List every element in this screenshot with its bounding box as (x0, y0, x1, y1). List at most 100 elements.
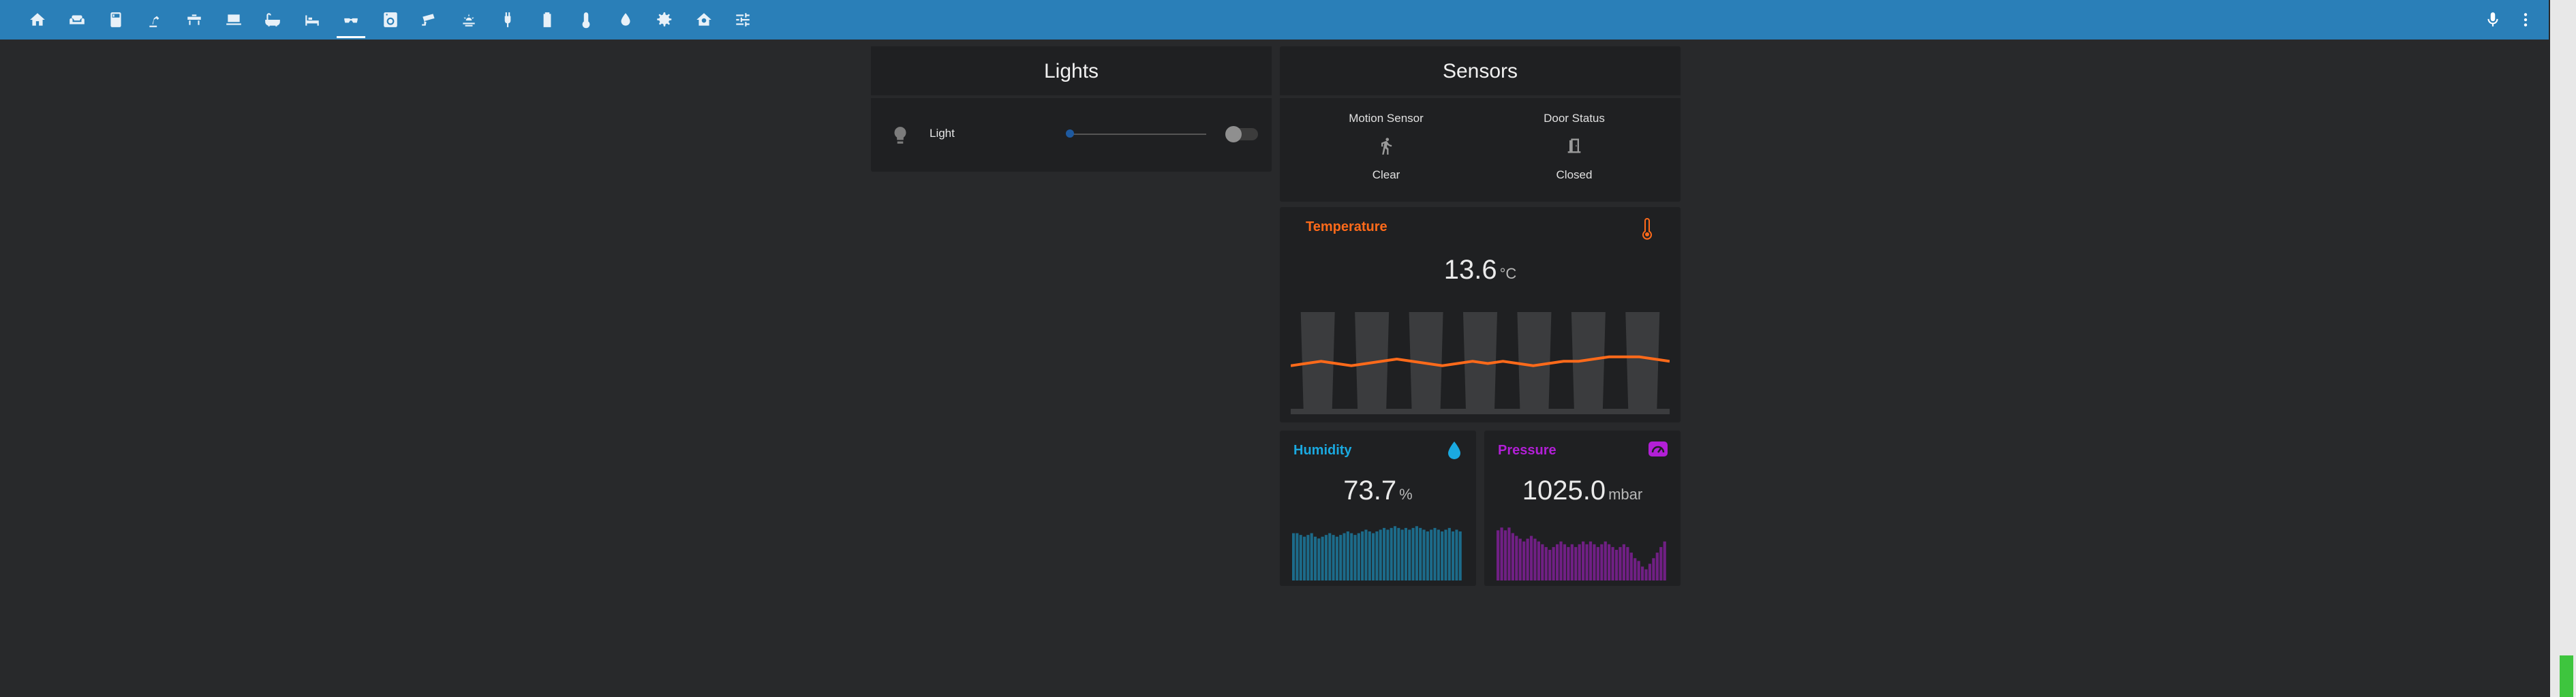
sparkline-bar (1555, 544, 1559, 580)
sparkline-bar (1368, 531, 1371, 580)
sparkline-bar (1317, 538, 1321, 580)
sparkline-bar (1522, 541, 1526, 580)
sparkline-bar (1444, 529, 1447, 580)
sparkline-bar (1582, 541, 1585, 580)
lights-card: Lights Light (871, 46, 1272, 172)
sparkline-bar (1541, 544, 1544, 580)
tab-sunglasses[interactable] (331, 0, 371, 40)
brightness-slider[interactable] (1070, 134, 1206, 135)
sparkline-bar (1552, 546, 1555, 580)
sparkline-bar (1626, 546, 1629, 580)
home-icon (30, 13, 45, 26)
more-vertical-icon[interactable] (2508, 0, 2543, 40)
bulb-icon[interactable] (891, 125, 909, 149)
sparkline-bar (1292, 533, 1295, 580)
light-toggle-knob[interactable] (1225, 126, 1242, 142)
settings-icon (657, 12, 672, 27)
light-entity-name: Light (930, 127, 955, 140)
tab-power-plug[interactable] (488, 0, 527, 40)
tab-desk-lamp[interactable] (136, 0, 175, 40)
sparkline-bar (1574, 546, 1578, 580)
scrollbar-thumb[interactable] (2560, 655, 2573, 697)
tab-home[interactable] (18, 0, 57, 40)
sparkline-bar (1372, 533, 1375, 580)
sparkline-bar (1353, 535, 1357, 580)
sparkline-bar (1614, 550, 1619, 580)
sparkline-bar (1441, 531, 1444, 580)
sparkline-bar (1375, 531, 1379, 580)
sparkline-bar (1411, 527, 1415, 580)
sparkline-bar (1455, 529, 1458, 580)
sparkline-bar (1458, 531, 1462, 580)
sparkline-bar (1346, 531, 1349, 580)
brightness-slider-knob[interactable] (1066, 129, 1074, 138)
sparkline-bar (1604, 541, 1607, 580)
sparkline-bar (1321, 536, 1324, 580)
motion-sensor-name: Motion Sensor (1349, 112, 1424, 125)
sunglasses-icon (344, 18, 358, 23)
sparkline-bar (1497, 530, 1500, 580)
microphone-icon[interactable] (2475, 0, 2511, 40)
sparkline-bar (1343, 533, 1346, 580)
fridge-icon (110, 12, 121, 27)
tab-thermometer[interactable] (566, 0, 606, 40)
sparkline-bar (1529, 536, 1533, 580)
tab-bathtub[interactable] (253, 0, 292, 40)
tab-weather[interactable] (449, 0, 489, 40)
sparkline-bar (1589, 541, 1593, 580)
tab-bed[interactable] (292, 0, 332, 40)
sparkline-bar (1648, 563, 1652, 580)
sparkline-bar (1452, 531, 1455, 580)
sparkline-bar (1629, 553, 1633, 580)
sparkline-bar (1390, 527, 1393, 580)
pressure-unit: mbar (1608, 486, 1643, 503)
water-drop-icon (1446, 440, 1462, 464)
sofa-icon (69, 15, 85, 25)
sparkline-bar (1313, 536, 1317, 580)
sparkline-bar (1328, 533, 1332, 580)
pressure-card[interactable]: Pressure 1025.0 mbar (1484, 431, 1681, 586)
humidity-card[interactable]: Humidity 73.7% (1280, 431, 1476, 586)
tab-fridge[interactable] (96, 0, 136, 40)
sparkline-bar (1637, 561, 1640, 580)
sparkline-bar (1426, 531, 1429, 580)
sparkline-bar (1526, 538, 1529, 580)
sparkline-bar (1408, 529, 1411, 580)
lights-header: Lights (871, 46, 1272, 98)
tab-washing-machine[interactable] (371, 0, 410, 40)
tab-battery[interactable] (527, 0, 567, 40)
tab-water[interactable] (606, 0, 645, 40)
sparkline-bar (1295, 533, 1299, 580)
temperature-unit: °C (1499, 265, 1517, 282)
tab-home-automation[interactable] (684, 0, 724, 40)
door-sensor[interactable]: Door Status Closed (1479, 112, 1670, 182)
tab-tune[interactable] (723, 0, 763, 40)
washing-machine-icon (383, 12, 397, 27)
humidity-value: 73.7% (1280, 476, 1476, 506)
sparkline-bar (1515, 536, 1518, 580)
sparkline-bar (1324, 535, 1328, 580)
gauge-icon (1648, 440, 1668, 461)
humidity-unit: % (1399, 486, 1413, 503)
sensors-title: Sensors (1442, 60, 1518, 82)
tab-sofa[interactable] (57, 0, 97, 40)
scrollbar[interactable] (2550, 0, 2576, 697)
tab-cctv[interactable] (410, 0, 449, 40)
sparkline-bar (1386, 529, 1390, 580)
sparkline-bar (1339, 535, 1343, 580)
humidity-number: 73.7 (1343, 476, 1397, 506)
tab-laptop[interactable] (214, 0, 254, 40)
sparkline-bar (1299, 535, 1302, 580)
sparkline-bar (1382, 527, 1386, 580)
temperature-card[interactable]: Temperature 13.6 °C (1280, 207, 1681, 422)
day-band (1625, 312, 1660, 410)
motion-sensor[interactable]: Motion Sensor Clear (1291, 112, 1482, 182)
sparkline-bar (1563, 544, 1567, 580)
motion-sensor-state: Clear (1372, 168, 1400, 181)
power-plug-icon (504, 12, 511, 27)
tab-washing-bench[interactable] (174, 0, 214, 40)
sparkline-bar (1364, 529, 1368, 580)
tab-settings[interactable] (645, 0, 684, 40)
sparkline-bar (1640, 566, 1644, 580)
sparkline-bar (1393, 526, 1397, 580)
